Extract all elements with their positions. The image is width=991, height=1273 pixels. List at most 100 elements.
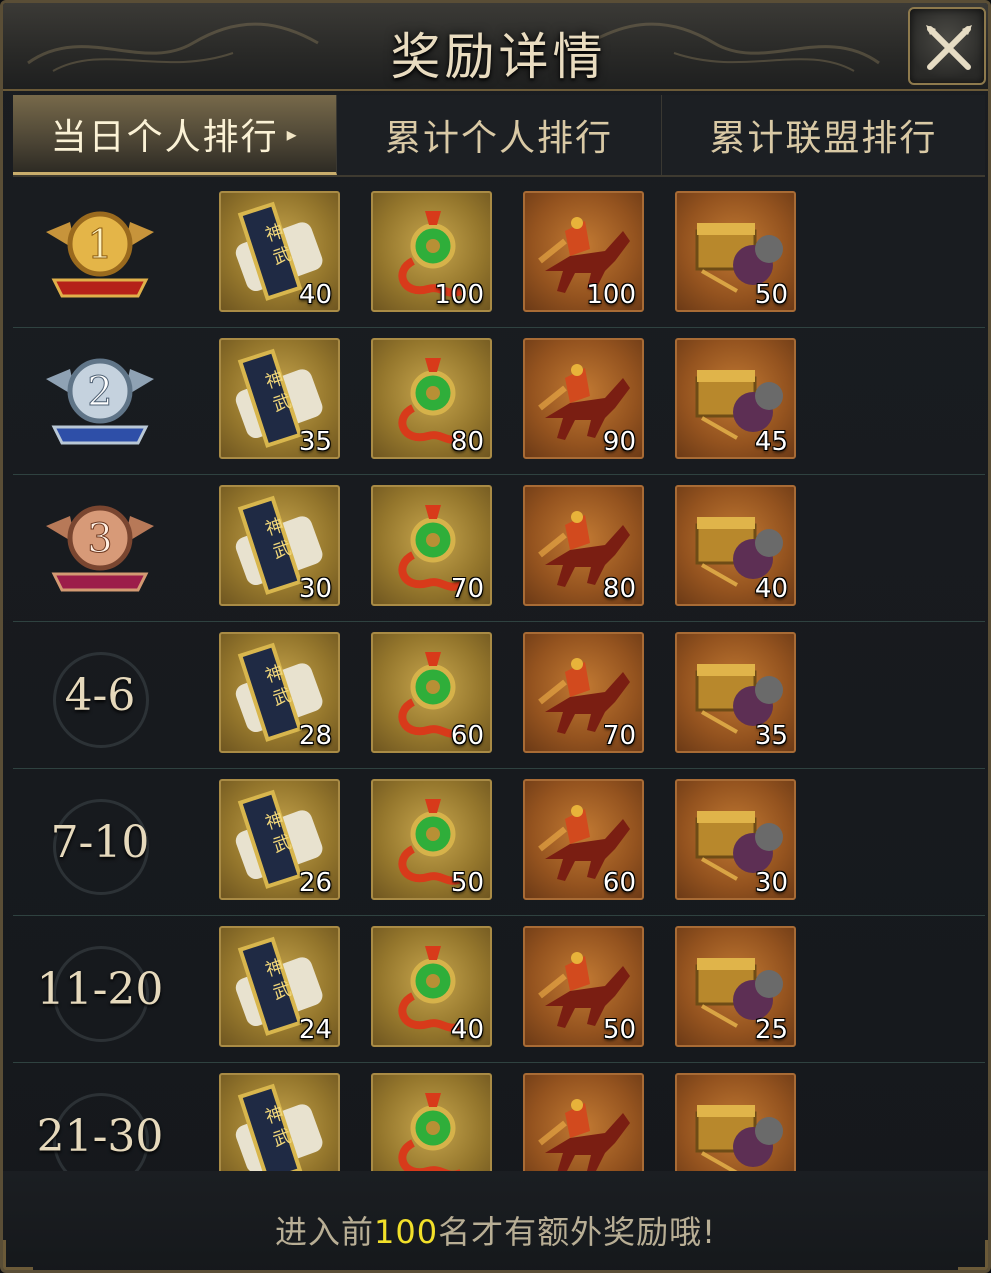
rank-row: 4-6 神武 28 60 70 35 bbox=[13, 622, 985, 769]
tab-label: 累计个人排行 bbox=[384, 118, 613, 159]
reward-item[interactable]: 25 bbox=[675, 926, 796, 1047]
reward-item[interactable] bbox=[675, 1073, 796, 1171]
reward-items: 神武 30 70 80 40 bbox=[219, 485, 796, 606]
rank-label: 11-20 bbox=[36, 963, 164, 1015]
reward-item[interactable] bbox=[523, 1073, 644, 1171]
ranking-tabs: 当日个人排行 ▸ 累计个人排行 累计联盟排行 bbox=[13, 95, 985, 177]
tab-caret-icon: ▸ bbox=[286, 121, 299, 146]
close-icon bbox=[926, 25, 972, 70]
svg-text:3: 3 bbox=[87, 516, 112, 562]
svg-text:2: 2 bbox=[87, 369, 112, 415]
reward-quantity: 35 bbox=[298, 427, 332, 457]
reward-quantity: 60 bbox=[450, 721, 484, 751]
rank-badge: 11-20 bbox=[35, 924, 165, 1054]
reward-quantity: 70 bbox=[450, 574, 484, 604]
reward-item[interactable]: 50 bbox=[675, 191, 796, 312]
reward-item[interactable] bbox=[371, 1073, 492, 1171]
reward-item[interactable]: 神武 26 bbox=[219, 779, 340, 900]
close-button[interactable] bbox=[908, 7, 986, 85]
reward-items: 神武 26 50 60 30 bbox=[219, 779, 796, 900]
reward-quantity: 40 bbox=[298, 280, 332, 310]
reward-item[interactable]: 神武 30 bbox=[219, 485, 340, 606]
tab-cumulative-alliance-ranking[interactable]: 累计联盟排行 bbox=[662, 95, 985, 175]
reward-items: 神武 24 40 50 25 bbox=[219, 926, 796, 1047]
rank-row: 33 神武30 70 80 40 bbox=[13, 475, 985, 622]
reward-quantity: 50 bbox=[450, 868, 484, 898]
reward-item[interactable]: 神武 35 bbox=[219, 338, 340, 459]
tab-label: 当日个人排行 bbox=[50, 116, 279, 158]
tab-label: 累计联盟排行 bbox=[709, 118, 938, 159]
reward-item[interactable]: 40 bbox=[371, 926, 492, 1047]
silver-medal-icon: 2 bbox=[40, 339, 160, 463]
rank-label: 21-30 bbox=[36, 1110, 164, 1162]
rank-badge: 7-10 bbox=[35, 777, 165, 907]
dialog-title: 奖励详情 bbox=[390, 28, 607, 86]
reward-quantity: 45 bbox=[754, 427, 788, 457]
rank-badge: 11 bbox=[35, 189, 165, 319]
footer-highlight: 100 bbox=[374, 1213, 439, 1251]
reward-quantity: 28 bbox=[298, 721, 332, 751]
bronze-medal-icon: 3 bbox=[40, 486, 160, 610]
reward-item[interactable]: 30 bbox=[675, 779, 796, 900]
reward-item[interactable]: 60 bbox=[371, 632, 492, 753]
frame-corner bbox=[3, 1240, 33, 1270]
reward-quantity: 80 bbox=[602, 574, 636, 604]
rank-row: 11-20 神武 24 40 50 25 bbox=[13, 916, 985, 1063]
footer-suffix: 名才有额外奖励哦! bbox=[438, 1213, 716, 1251]
reward-item[interactable]: 50 bbox=[523, 926, 644, 1047]
reward-item[interactable]: 35 bbox=[675, 632, 796, 753]
gold-medal-icon: 1 bbox=[40, 192, 160, 316]
reward-quantity: 30 bbox=[298, 574, 332, 604]
rank-row: 22 神武35 80 90 45 bbox=[13, 328, 985, 475]
reward-item[interactable]: 80 bbox=[371, 338, 492, 459]
reward-quantity: 80 bbox=[450, 427, 484, 457]
reward-items: 神武 40 100 100 50 bbox=[219, 191, 796, 312]
reward-item[interactable]: 70 bbox=[371, 485, 492, 606]
frame-corner bbox=[958, 1240, 988, 1270]
reward-quantity: 90 bbox=[602, 427, 636, 457]
reward-item[interactable]: 80 bbox=[523, 485, 644, 606]
footer-prefix: 进入前 bbox=[275, 1213, 375, 1251]
reward-quantity: 50 bbox=[602, 1015, 636, 1045]
reward-item[interactable]: 神武 28 bbox=[219, 632, 340, 753]
reward-item[interactable]: 100 bbox=[371, 191, 492, 312]
rank-badge: 22 bbox=[35, 336, 165, 466]
reward-quantity: 60 bbox=[602, 868, 636, 898]
reward-item[interactable]: 70 bbox=[523, 632, 644, 753]
tab-cumulative-personal-ranking[interactable]: 累计个人排行 bbox=[337, 95, 662, 175]
reward-quantity: 50 bbox=[754, 280, 788, 310]
reward-quantity: 30 bbox=[754, 868, 788, 898]
rank-badge: 21-30 bbox=[35, 1071, 165, 1171]
reward-item[interactable]: 100 bbox=[523, 191, 644, 312]
reward-items: 神武 bbox=[219, 1073, 796, 1171]
reward-list[interactable]: 11神武401001005022神武3580904533神武307080404-… bbox=[13, 181, 985, 1171]
tab-daily-personal-ranking[interactable]: 当日个人排行 ▸ bbox=[13, 95, 338, 175]
reward-item[interactable]: 45 bbox=[675, 338, 796, 459]
rank-row: 11 神武40 100 100 50 bbox=[13, 181, 985, 328]
reward-item[interactable]: 40 bbox=[675, 485, 796, 606]
svg-text:1: 1 bbox=[87, 222, 112, 268]
footer-note: 进入前100名才有额外奖励哦! bbox=[3, 1207, 988, 1253]
reward-item[interactable]: 90 bbox=[523, 338, 644, 459]
rank-badge: 33 bbox=[35, 483, 165, 613]
reward-quantity: 40 bbox=[450, 1015, 484, 1045]
reward-item[interactable]: 神武 bbox=[219, 1073, 340, 1171]
rank-badge: 4-6 bbox=[35, 630, 165, 760]
reward-item[interactable]: 神武 24 bbox=[219, 926, 340, 1047]
reward-quantity: 24 bbox=[298, 1015, 332, 1045]
reward-quantity: 100 bbox=[434, 280, 484, 310]
footer: 进入前100名才有额外奖励哦! bbox=[3, 1171, 988, 1270]
reward-items: 神武 28 60 70 35 bbox=[219, 632, 796, 753]
reward-quantity: 35 bbox=[754, 721, 788, 751]
reward-quantity: 100 bbox=[586, 280, 636, 310]
reward-quantity: 26 bbox=[298, 868, 332, 898]
reward-quantity: 70 bbox=[602, 721, 636, 751]
reward-item[interactable]: 60 bbox=[523, 779, 644, 900]
rank-row: 7-10 神武 26 50 60 30 bbox=[13, 769, 985, 916]
rank-label: 4-6 bbox=[64, 669, 136, 721]
reward-item[interactable]: 50 bbox=[371, 779, 492, 900]
reward-item[interactable]: 神武 40 bbox=[219, 191, 340, 312]
reward-quantity: 25 bbox=[754, 1015, 788, 1045]
dialog-header: 奖励详情 bbox=[3, 3, 988, 91]
reward-quantity: 40 bbox=[754, 574, 788, 604]
